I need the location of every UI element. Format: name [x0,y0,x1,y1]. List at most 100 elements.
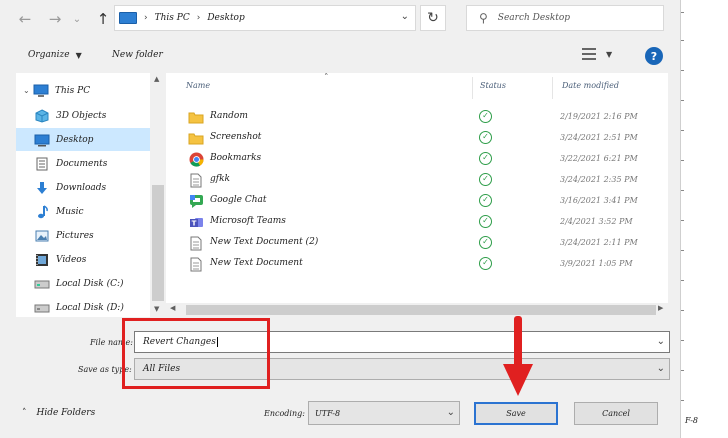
file-date: 2/4/2021 3:52 PM [560,217,633,226]
hide-folders-button[interactable]: ˄ Hide Folders [22,408,95,418]
navigation-pane: ⌄ This PC 3D Objects Desktop Documents D… [16,73,166,317]
horizontal-scrollbar[interactable]: ◀ ▶ [166,303,668,317]
file-row-random[interactable]: Random ✓ 2/19/2021 2:16 PM [166,106,668,127]
breadcrumb-this-pc[interactable]: This PC [155,13,190,23]
file-name: gfkk [210,174,230,184]
column-divider[interactable] [552,77,553,99]
computer-icon [119,12,137,24]
file-name: New Text Document [210,258,303,268]
column-header-name[interactable]: Name [186,81,210,90]
column-divider[interactable] [472,77,473,99]
scrollbar-thumb[interactable] [186,305,656,315]
forward-button[interactable]: → [44,8,66,30]
file-row-gfkk[interactable]: gfkk ✓ 3/24/2021 2:35 PM [166,169,668,190]
up-button[interactable]: ↑ [92,8,114,30]
nav-item-label: Pictures [56,230,94,241]
nav-item-label: Downloads [56,182,107,193]
file-name: Google Chat [210,195,267,205]
nav-item-label: Local Disk (C:) [56,278,124,289]
caret-down-icon: ▼ [606,49,613,59]
scrollbar-thumb[interactable] [152,185,164,301]
file-date: 3/9/2021 1:05 PM [560,259,633,268]
synced-check-icon: ✓ [479,110,492,123]
nav-item-documents[interactable]: Documents [16,152,150,175]
scroll-right-icon[interactable]: ▶ [658,304,663,312]
nav-item-videos[interactable]: Videos [16,248,150,271]
nav-item-downloads[interactable]: Downloads [16,176,150,199]
recent-locations-button[interactable]: ⌄ [66,8,88,30]
file-row-new-text-document-2[interactable]: New Text Document (2) ✓ 3/24/2021 2:11 P… [166,232,668,253]
file-name: Random [210,111,248,121]
file-date: 3/22/2021 6:21 PM [560,154,638,163]
encoding-select[interactable]: UTF-8 ⌄ [308,401,460,425]
nav-item-desktop[interactable]: Desktop [16,128,150,151]
file-row-screenshot[interactable]: Screenshot ✓ 3/24/2021 2:51 PM [166,127,668,148]
synced-check-icon: ✓ [479,152,492,165]
refresh-icon: ↻ [427,10,439,26]
file-date: 3/24/2021 2:11 PM [560,238,638,247]
sort-ascending-icon: ˄ [324,73,329,83]
text-file-icon [188,256,204,272]
music-icon [34,204,50,219]
text-file-icon [188,235,204,251]
navigation-scrollbar[interactable]: ▲ ▼ [150,73,166,317]
encoding-value: UTF-8 [315,408,341,418]
change-view-button[interactable]: ▼ [582,48,612,60]
nav-item-label: Desktop [56,134,94,145]
nav-item-local-disk-c[interactable]: Local Disk (C:) [16,272,150,295]
nav-item-music[interactable]: Music [16,200,150,223]
file-row-google-chat[interactable]: Google Chat ✓ 3/16/2021 3:41 PM [166,190,668,211]
chrome-icon [188,151,204,167]
nav-item-3d-objects[interactable]: 3D Objects [16,104,150,127]
synced-check-icon: ✓ [479,215,492,228]
chevron-up-icon: ˄ [22,408,27,418]
search-icon: ⚲ [479,11,488,25]
drive-icon [34,277,50,291]
organize-label: Organize [28,50,70,60]
nav-item-this-pc[interactable]: ⌄ This PC [16,79,150,102]
file-row-microsoft-teams[interactable]: T Microsoft Teams ✓ 2/4/2021 3:52 PM [166,211,668,232]
file-row-new-text-document[interactable]: New Text Document ✓ 3/9/2021 1:05 PM [166,253,668,274]
nav-item-label: Music [56,206,84,217]
refresh-button[interactable]: ↻ [420,5,446,31]
synced-check-icon: ✓ [479,131,492,144]
search-input[interactable] [497,13,648,23]
cancel-button[interactable]: Cancel [574,402,658,425]
documents-icon [34,157,50,171]
search-box[interactable]: ⚲ [466,5,664,31]
save-button[interactable]: Save [474,402,558,425]
folder-icon [188,130,204,146]
scroll-up-icon[interactable]: ▲ [154,75,159,83]
help-button[interactable]: ? [645,47,663,65]
chevron-right-icon: › [196,13,201,23]
computer-icon [33,84,49,98]
nav-item-pictures[interactable]: Pictures [16,224,150,247]
file-date: 3/24/2021 2:35 PM [560,175,638,184]
forward-arrow-icon: → [48,10,62,28]
file-row-bookmarks[interactable]: Bookmarks ✓ 3/22/2021 6:21 PM [166,148,668,169]
nav-item-label: Documents [56,158,108,169]
text-file-icon [188,172,204,188]
nav-item-local-disk-d[interactable]: Local Disk (D:) [16,296,150,317]
folder-icon [188,109,204,125]
nav-item-label: 3D Objects [56,110,107,121]
file-name: New Text Document (2) [210,237,319,247]
save-as-dialog: ← → ⌄ ↑ › This PC › Desktop ⌄ ↻ ⚲ Organi… [0,0,680,438]
chevron-down-icon[interactable]: ⌄ [657,336,665,347]
annotation-highlight-box [122,318,270,389]
nav-item-label: Videos [56,254,87,265]
address-bar[interactable]: › This PC › Desktop ⌄ [114,5,416,31]
synced-check-icon: ✓ [479,173,492,186]
scroll-left-icon[interactable]: ◀ [170,304,175,312]
synced-check-icon: ✓ [479,194,492,207]
organize-button[interactable]: Organize ▼ [28,50,82,60]
details-view-icon [582,48,596,60]
column-header-date-modified[interactable]: Date modified [562,81,619,90]
column-header-status[interactable]: Status [480,81,506,90]
new-folder-button[interactable]: New folder [112,50,163,60]
address-dropdown-icon[interactable]: ⌄ [401,11,409,22]
scroll-down-icon[interactable]: ▼ [154,305,159,313]
synced-check-icon: ✓ [479,257,492,270]
back-button[interactable]: ← [14,8,36,30]
breadcrumb-desktop[interactable]: Desktop [207,13,244,23]
